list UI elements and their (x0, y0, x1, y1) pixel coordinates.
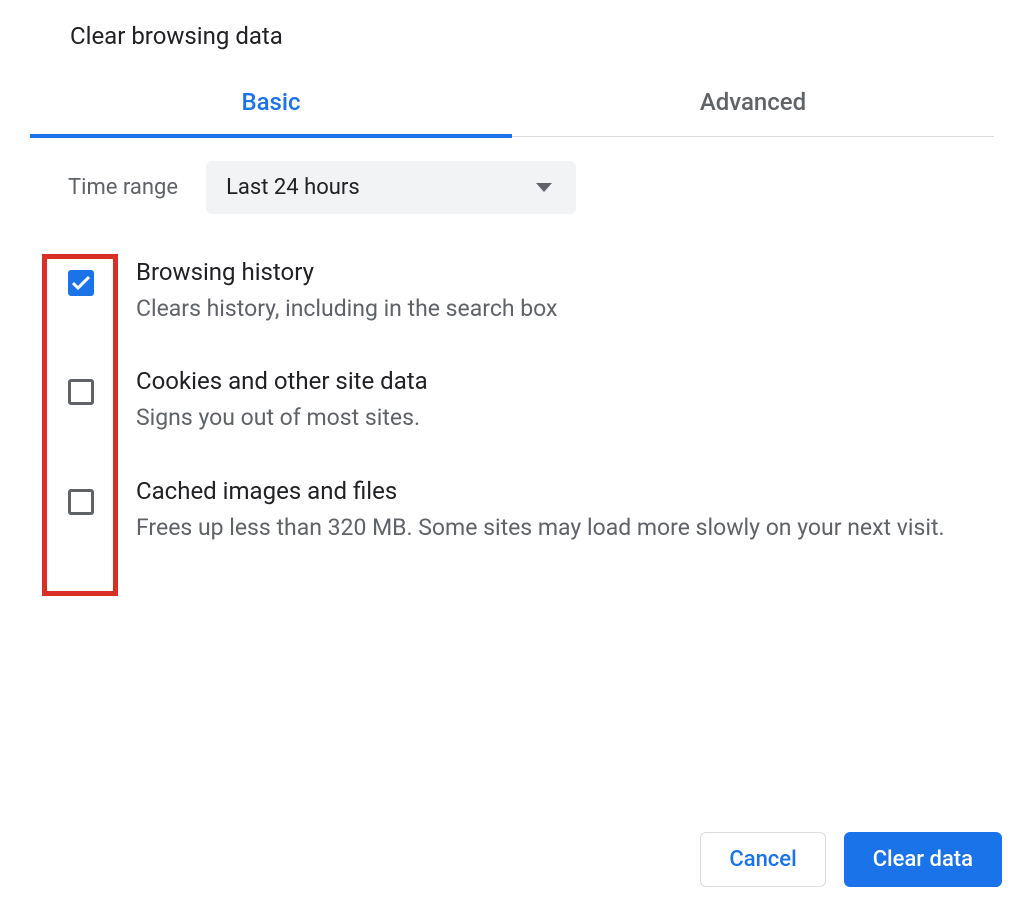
checkbox-icon (68, 379, 94, 405)
checkbox-icon (68, 489, 94, 515)
option-text: Cached images and files Frees up less th… (136, 477, 994, 544)
time-range-select[interactable]: Last 24 hours (206, 161, 576, 214)
checkbox-cached[interactable] (68, 489, 96, 517)
option-text: Browsing history Clears history, includi… (136, 258, 994, 325)
clear-browsing-data-dialog: Clear browsing data Basic Advanced Time … (0, 0, 1024, 913)
tabs: Basic Advanced (30, 70, 994, 137)
option-description: Clears history, including in the search … (136, 292, 984, 325)
time-range-value: Last 24 hours (226, 175, 360, 200)
time-range-label: Time range (68, 175, 178, 200)
checkbox-icon (68, 270, 94, 296)
dialog-footer: Cancel Clear data (0, 832, 1024, 913)
option-text: Cookies and other site data Signs you ou… (136, 367, 994, 434)
clear-data-button[interactable]: Clear data (844, 832, 1002, 887)
tab-basic[interactable]: Basic (30, 70, 512, 138)
dialog-body: Time range Last 24 hours Browsing histor… (0, 137, 1024, 832)
checkbox-cookies[interactable] (68, 379, 96, 407)
checkmark-icon (72, 273, 90, 293)
option-description: Signs you out of most sites. (136, 401, 984, 434)
option-title: Cookies and other site data (136, 367, 984, 395)
chevron-down-icon (536, 183, 552, 192)
time-range-row: Time range Last 24 hours (60, 161, 994, 214)
cancel-button[interactable]: Cancel (700, 832, 825, 887)
option-description: Frees up less than 320 MB. Some sites ma… (136, 511, 984, 544)
dialog-title: Clear browsing data (0, 0, 1024, 70)
option-title: Browsing history (136, 258, 984, 286)
checkbox-browsing-history[interactable] (68, 270, 96, 298)
option-title: Cached images and files (136, 477, 984, 505)
option-cached: Cached images and files Frees up less th… (60, 463, 994, 572)
tab-advanced[interactable]: Advanced (512, 70, 994, 138)
option-browsing-history: Browsing history Clears history, includi… (60, 244, 994, 353)
option-cookies: Cookies and other site data Signs you ou… (60, 353, 994, 462)
